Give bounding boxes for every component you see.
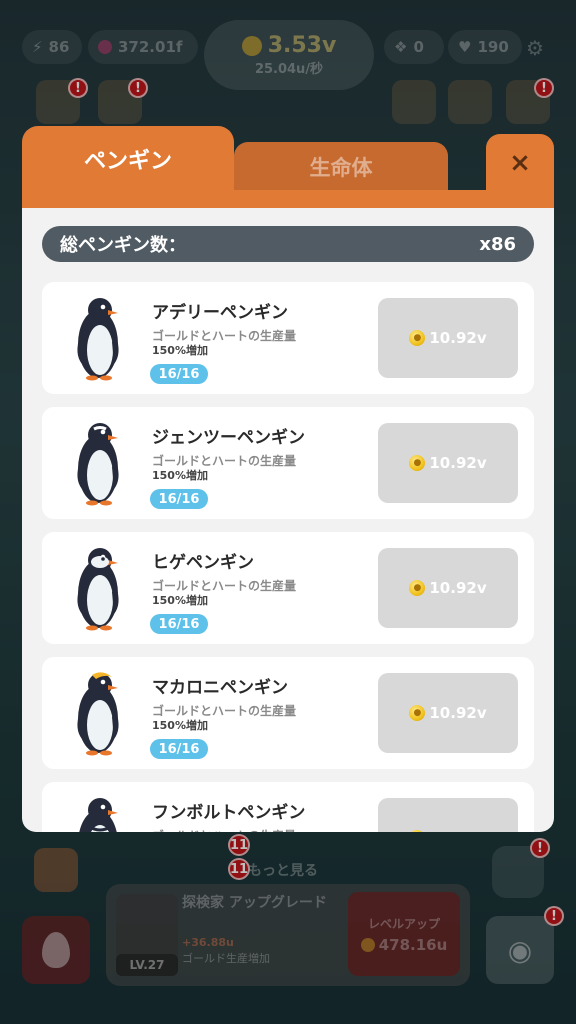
buy-price: 10.92v xyxy=(429,454,487,472)
penguin-bonus: 150%増加 xyxy=(152,594,208,607)
penguin-name: ジェンツーペンギン xyxy=(152,428,305,448)
penguin-count-badge: 16/16 xyxy=(150,614,208,634)
buy-price: 10.92v xyxy=(429,329,487,347)
close-icon: × xyxy=(509,148,531,178)
penguin-modal: 生命体 ペンギン × 総ペンギン数： x86 アデリーペンギン ゴールドとハート… xyxy=(22,126,554,832)
penguin-bonus: 150%増加 xyxy=(152,344,208,357)
modal-body: 総ペンギン数： x86 アデリーペンギン ゴールドとハートの生産量 150%増加… xyxy=(22,208,554,832)
buy-price: 10.92v xyxy=(429,704,487,722)
buy-button[interactable]: ● 10.92v xyxy=(378,548,518,628)
penguin-card: マカロニペンギン ゴールドとハートの生産量 150%増加 16/16 ● 10.… xyxy=(42,657,534,769)
tab-penguins[interactable]: ペンギン xyxy=(22,126,234,192)
modal-header-band xyxy=(22,190,554,208)
buy-price: 10.92v xyxy=(429,579,487,597)
coin-icon: ● xyxy=(409,455,426,471)
penguin-desc: ゴールドとハートの生産量 xyxy=(152,827,296,832)
coin-icon: ● xyxy=(409,580,426,596)
total-value: x86 xyxy=(479,233,516,255)
penguin-name: ヒゲペンギン xyxy=(152,553,254,573)
penguin-bonus: 150%増加 xyxy=(152,469,208,482)
buy-button[interactable]: ● 10.92v xyxy=(378,298,518,378)
buy-button[interactable]: ● 10.92v xyxy=(378,673,518,753)
macaroni-penguin-icon xyxy=(77,672,119,756)
penguin-count-badge: 16/16 xyxy=(150,489,208,509)
humboldt-penguin-icon xyxy=(79,798,118,832)
total-penguin-bar: 総ペンギン数： x86 xyxy=(42,226,534,262)
total-label: 総ペンギン数： xyxy=(60,235,186,256)
penguin-name: アデリーペンギン xyxy=(152,303,288,323)
close-button[interactable]: × xyxy=(486,134,554,192)
penguin-bonus: 150%増加 xyxy=(152,719,208,732)
penguin-card: フンボルトペンギン ゴールドとハートの生産量 150%増加 16/16 ● 10… xyxy=(42,782,534,832)
penguin-list[interactable]: アデリーペンギン ゴールドとハートの生産量 150%増加 16/16 ● 10.… xyxy=(42,282,534,832)
penguin-count-badge: 16/16 xyxy=(150,364,208,384)
buy-button[interactable]: ● 10.92v xyxy=(378,423,518,503)
buy-button[interactable]: ● 10.92v xyxy=(378,798,518,832)
buy-price: 10.92v xyxy=(429,829,486,832)
penguin-count-badge: 16/16 xyxy=(150,739,208,759)
tab-lifeforms[interactable]: 生命体 xyxy=(234,142,448,192)
adelie-penguin-icon xyxy=(77,298,119,381)
penguin-card: ジェンツーペンギン ゴールドとハートの生産量 150%増加 16/16 ● 10… xyxy=(42,407,534,519)
coin-icon: ● xyxy=(409,830,426,832)
penguin-name: マカロニペンギン xyxy=(152,678,288,698)
chinstrap-penguin-icon xyxy=(77,548,119,631)
penguin-card: ヒゲペンギン ゴールドとハートの生産量 150%増加 16/16 ● 10.92… xyxy=(42,532,534,644)
penguin-name: フンボルトペンギン xyxy=(152,803,306,823)
coin-icon: ● xyxy=(409,330,426,346)
penguin-card: アデリーペンギン ゴールドとハートの生産量 150%増加 16/16 ● 10.… xyxy=(42,282,534,394)
coin-icon: ● xyxy=(409,705,426,721)
gentoo-penguin-icon xyxy=(77,423,119,506)
